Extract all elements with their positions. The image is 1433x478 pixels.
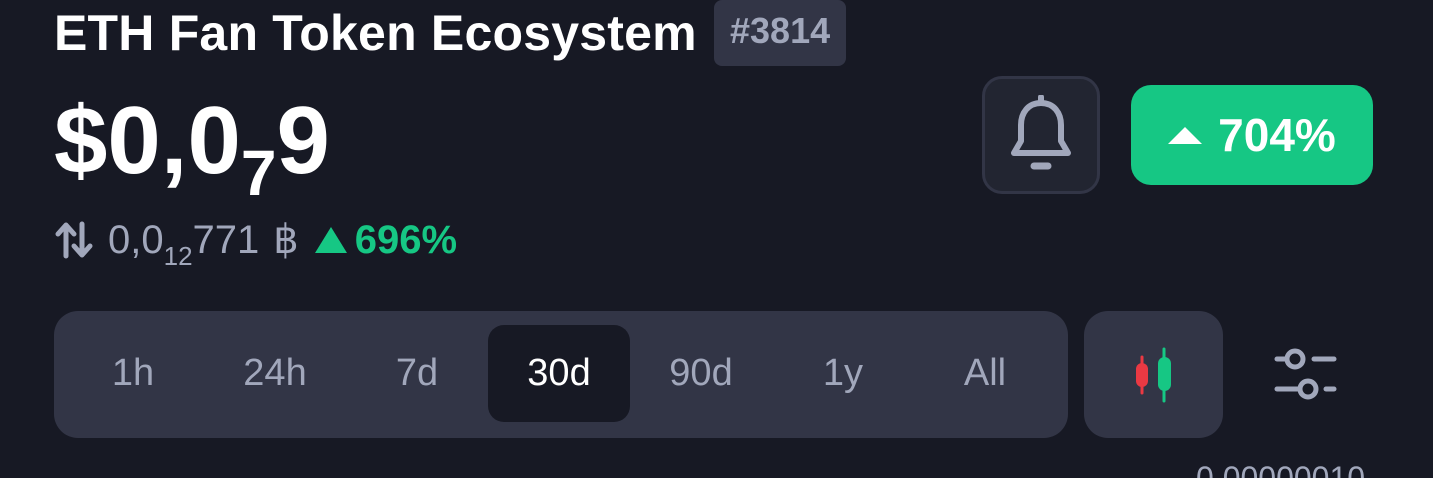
caret-up-icon — [1168, 126, 1203, 144]
btc-symbol: ฿ — [273, 218, 299, 262]
chart-axis-label: 0.00000010 — [1196, 460, 1366, 478]
candlestick-chart-icon — [1135, 347, 1171, 402]
price-zero-count: 7 — [240, 137, 277, 209]
price-suffix: 9 — [276, 87, 330, 194]
btc-change: 696% — [314, 217, 458, 263]
range-tab-24h[interactable]: 24h — [204, 325, 346, 422]
btc-price-zero-count: 12 — [163, 240, 193, 271]
range-tab-30d[interactable]: 30d — [488, 325, 630, 422]
range-tab-7d[interactable]: 7d — [346, 325, 488, 422]
candlestick-toggle-button[interactable] — [1084, 311, 1223, 438]
bell-icon — [1011, 95, 1071, 170]
range-tab-1y[interactable]: 1y — [772, 325, 914, 422]
price-prefix: $0,0 — [54, 87, 241, 194]
chart-settings-button[interactable] — [1244, 311, 1368, 438]
btc-price-prefix: 0,0 — [108, 217, 164, 262]
range-tab-1h[interactable]: 1h — [62, 325, 204, 422]
btc-price-suffix: 771 — [192, 217, 260, 262]
coin-detail-header: ETH Fan Token Ecosystem #3814 $0,079 0,0… — [0, 0, 1433, 478]
btc-price: 0,012771 — [108, 217, 260, 271]
swap-arrows-icon[interactable] — [54, 220, 94, 260]
price-change-badge: 704% — [1131, 85, 1373, 185]
sliders-icon — [1274, 348, 1337, 399]
triangle-up-icon — [314, 227, 347, 253]
price-change-value: 704% — [1218, 109, 1336, 161]
rank-badge: #3814 — [714, 0, 847, 66]
time-range-selector: 1h 24h 7d 30d 90d 1y All — [54, 311, 1068, 438]
range-tab-all[interactable]: All — [914, 325, 1056, 422]
range-tab-90d[interactable]: 90d — [630, 325, 772, 422]
btc-change-value: 696% — [354, 217, 458, 262]
btc-price-row: 0,012771 ฿ 696% — [54, 214, 458, 271]
coin-name: ETH Fan Token Ecosystem — [54, 5, 697, 61]
usd-price: $0,079 — [54, 86, 330, 209]
price-alert-button[interactable] — [982, 76, 1100, 194]
